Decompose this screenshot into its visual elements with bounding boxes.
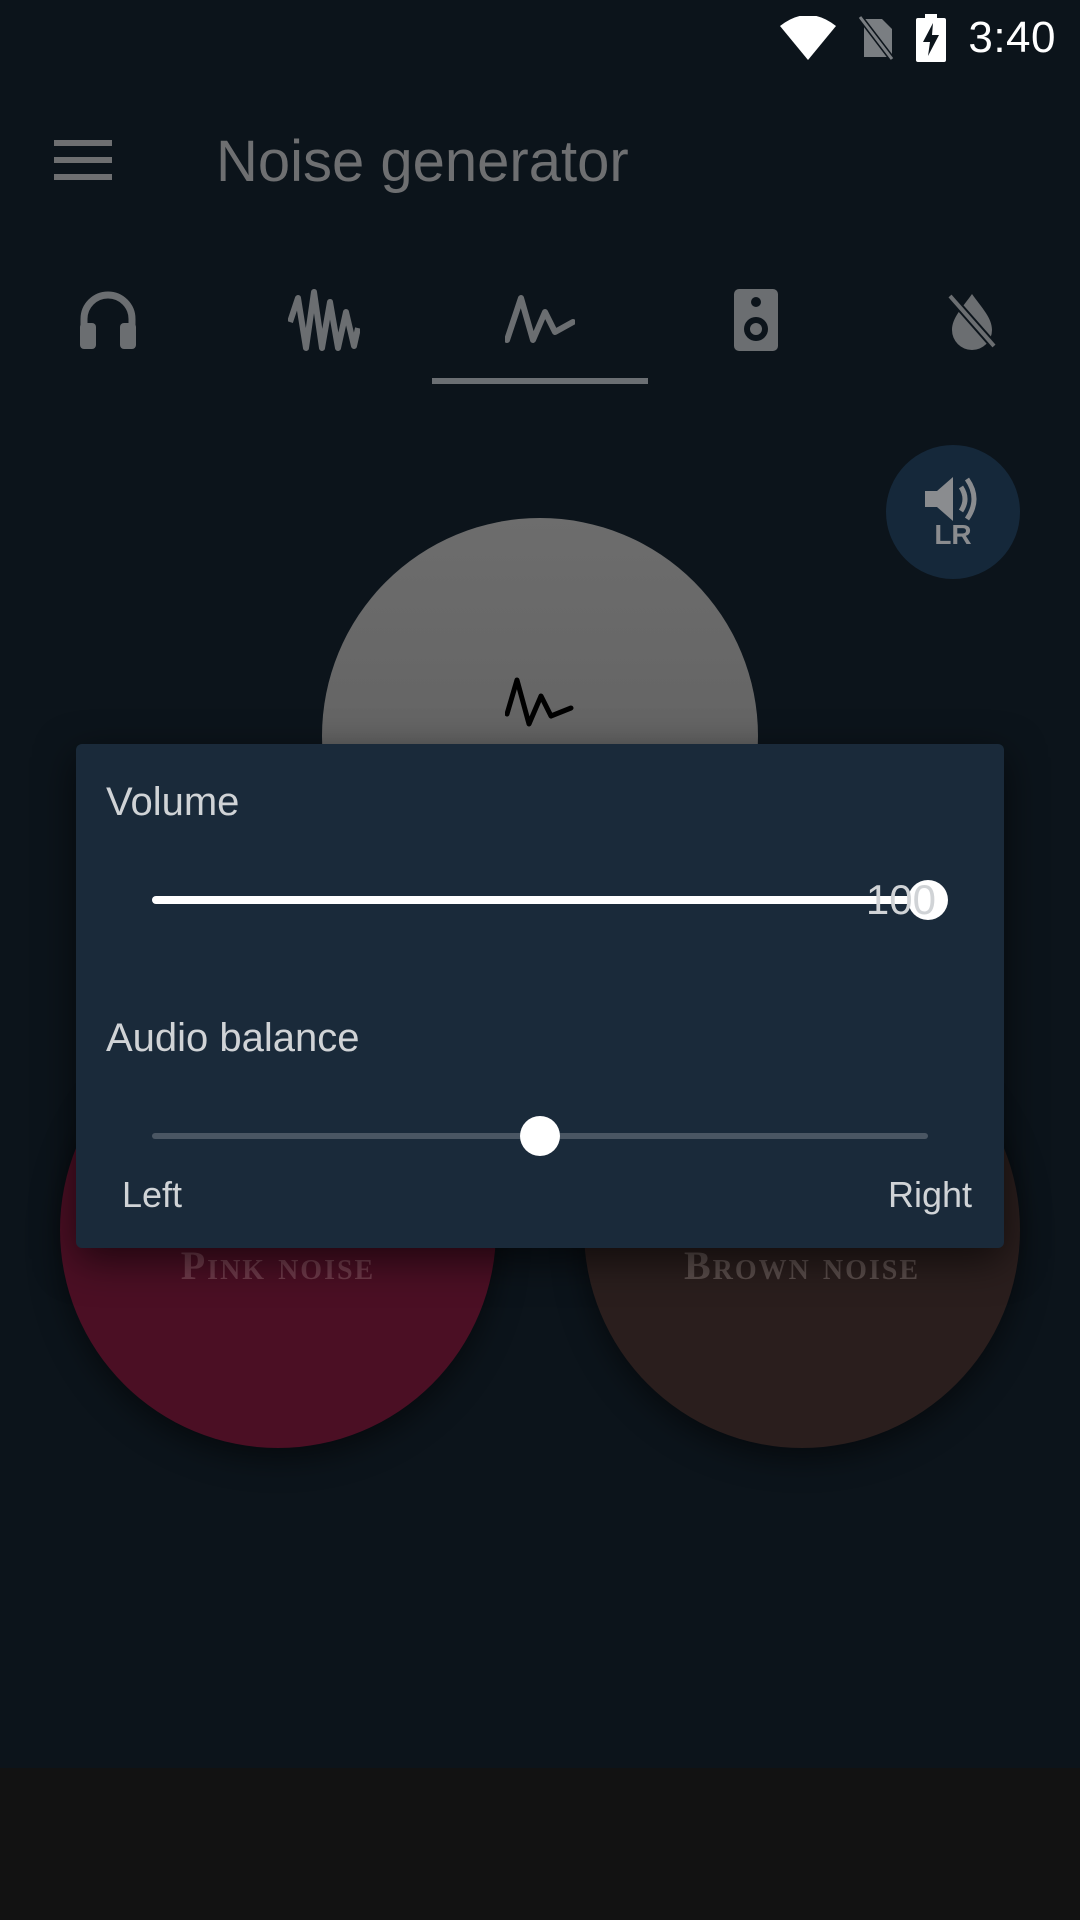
volume-value: 100 (865, 876, 936, 923)
no-sim-icon (858, 15, 895, 61)
menu-icon (54, 140, 112, 180)
status-bar: 3:40 (0, 0, 1080, 72)
volume-slider[interactable] (152, 880, 948, 920)
tab-speaker[interactable] (648, 260, 864, 380)
pink-noise-label: Pink noise (180, 1243, 376, 1288)
pulse-wave-icon (505, 677, 574, 727)
navigation-bar (0, 1768, 1080, 1920)
volume-fill (152, 896, 928, 904)
balance-button[interactable]: LR (886, 445, 1020, 579)
balance-right-label: Right (887, 1174, 972, 1215)
speaker-icon (734, 289, 778, 351)
page-title: Noise generator (216, 129, 629, 194)
tab-indicator (432, 378, 648, 384)
battery-charging-icon (916, 14, 947, 62)
screen: 3:40 Noise generator LR Pink noise Brown… (0, 0, 1080, 1920)
pulse-wave-icon (505, 295, 575, 343)
volume-icon (925, 477, 977, 521)
tab-no-drop[interactable] (864, 260, 1080, 380)
volume-dialog: Volume 100 Audio balance Left Right (76, 744, 1004, 1248)
tab-bar (0, 260, 1080, 390)
balance-slider[interactable] (152, 1116, 928, 1156)
tab-waveform[interactable] (216, 260, 432, 380)
balance-button-label: LR (934, 519, 972, 550)
wifi-icon (780, 16, 837, 60)
no-drop-icon (946, 293, 998, 350)
balance-thumb[interactable] (520, 1116, 560, 1156)
menu-button[interactable] (50, 130, 116, 190)
balance-label: Audio balance (106, 1016, 360, 1060)
waveform-icon (288, 289, 360, 351)
balance-left-label: Left (122, 1174, 183, 1215)
app-bar: Noise generator (0, 90, 1080, 230)
volume-label: Volume (106, 780, 240, 824)
status-time: 3:40 (968, 13, 1056, 62)
headphones-icon (80, 291, 136, 349)
tab-headphones[interactable] (0, 260, 216, 380)
brown-noise-label: Brown noise (683, 1243, 921, 1288)
status-icons: 3:40 (780, 10, 1056, 66)
tab-pulse[interactable] (432, 260, 648, 380)
